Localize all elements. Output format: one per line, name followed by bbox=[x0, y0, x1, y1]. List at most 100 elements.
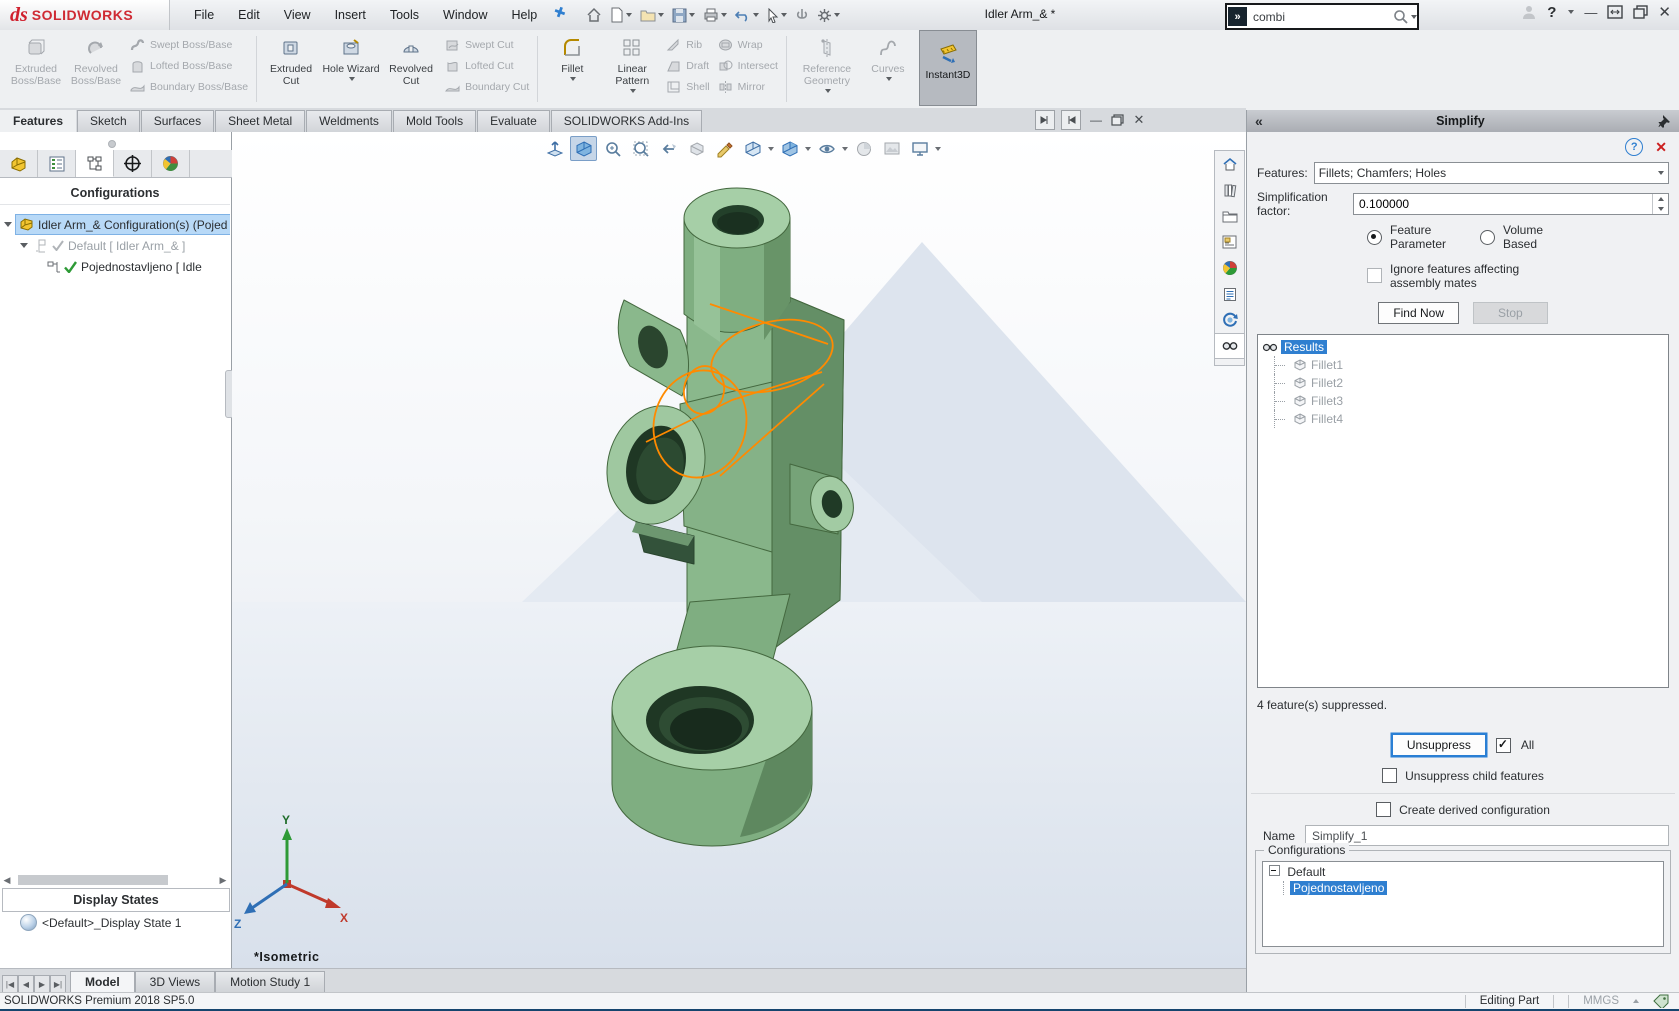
close-pane-icon[interactable]: ✕ bbox=[1655, 139, 1667, 156]
feature-parameter-radio[interactable] bbox=[1367, 230, 1382, 245]
results-root-row[interactable]: Results bbox=[1258, 338, 1668, 356]
user-icon[interactable] bbox=[1521, 4, 1537, 20]
left-panel-scrollbar[interactable]: ◀ ▶ bbox=[0, 873, 230, 887]
menu-insert[interactable]: Insert bbox=[325, 4, 376, 26]
view-orientation-button[interactable] bbox=[740, 137, 765, 160]
collapse-node-icon[interactable] bbox=[1269, 865, 1280, 876]
undo-button[interactable] bbox=[732, 6, 762, 24]
tab-features[interactable]: Features bbox=[0, 110, 76, 132]
solidworks-resources-tab[interactable] bbox=[1215, 151, 1244, 177]
results-list[interactable]: Results Fillet1 Fillet2 Fillet3 Fillet4 bbox=[1257, 334, 1669, 688]
menu-pin-icon[interactable]: ✚ bbox=[550, 3, 569, 28]
view-settings-button[interactable] bbox=[907, 137, 932, 160]
spinner-up-icon[interactable] bbox=[1653, 194, 1668, 204]
view-cube-button[interactable] bbox=[570, 136, 597, 161]
appearances-scenes-tab[interactable] bbox=[1215, 255, 1244, 281]
dock-button[interactable] bbox=[1607, 5, 1623, 19]
rebuild-button[interactable] bbox=[792, 6, 812, 25]
create-derived-checkbox[interactable] bbox=[1376, 802, 1391, 817]
simplification-factor-field[interactable] bbox=[1353, 193, 1669, 215]
stop-button[interactable]: Stop bbox=[1473, 302, 1548, 324]
save-button[interactable] bbox=[669, 6, 698, 25]
tab-sheet-metal[interactable]: Sheet Metal bbox=[215, 110, 305, 132]
result-fillet4-row[interactable]: Fillet4 bbox=[1258, 410, 1668, 428]
help-icon[interactable]: ? bbox=[1625, 138, 1643, 156]
result-fillet2-row[interactable]: Fillet2 bbox=[1258, 374, 1668, 392]
extruded-cut-button[interactable]: Extruded Cut bbox=[261, 30, 321, 108]
display-state-item[interactable]: <Default>_Display State 1 bbox=[20, 914, 181, 931]
draft-button[interactable]: Draft bbox=[666, 59, 709, 73]
menu-view[interactable]: View bbox=[274, 4, 321, 26]
mirror-button[interactable]: Mirror bbox=[718, 80, 778, 94]
zoom-to-area-button[interactable] bbox=[600, 137, 625, 160]
units-selector[interactable]: MMGS bbox=[1583, 995, 1619, 1007]
menu-window[interactable]: Window bbox=[433, 4, 497, 26]
swept-cut-button[interactable]: Swept Cut bbox=[445, 38, 529, 52]
tab-weldments[interactable]: Weldments bbox=[306, 110, 392, 132]
tab-motion-study-1[interactable]: Motion Study 1 bbox=[215, 971, 325, 993]
prev-tab-button[interactable]: ◀ bbox=[18, 975, 34, 993]
select-button[interactable] bbox=[764, 6, 790, 25]
view-settings-caret-icon[interactable] bbox=[935, 147, 941, 151]
units-caret-icon[interactable] bbox=[1633, 999, 1639, 1003]
graphics-viewport[interactable]: Y X Z *Isometric bbox=[232, 132, 1246, 968]
last-tab-button[interactable]: ▶| bbox=[50, 975, 66, 993]
tab-surfaces[interactable]: Surfaces bbox=[141, 110, 214, 132]
config-pojednostavljeno-node[interactable]: Pojednostavljeno bbox=[1269, 881, 1657, 895]
extruded-boss-button[interactable]: Extruded Boss/Base bbox=[6, 30, 66, 108]
hide-show-items-button[interactable] bbox=[814, 137, 839, 160]
doc-close-button[interactable]: ✕ bbox=[1130, 111, 1148, 129]
unsuppress-button[interactable]: Unsuppress bbox=[1392, 734, 1486, 756]
rib-button[interactable]: Rib bbox=[666, 38, 709, 52]
ignore-features-checkbox[interactable] bbox=[1367, 268, 1382, 283]
dimxpertmanager-tab[interactable] bbox=[114, 150, 152, 177]
restore-button[interactable] bbox=[1633, 5, 1648, 19]
find-now-button[interactable]: Find Now bbox=[1378, 302, 1459, 324]
displaymanager-tab[interactable] bbox=[152, 150, 190, 177]
config-default-node[interactable]: Default bbox=[1269, 865, 1657, 879]
first-tab-button[interactable]: |◀ bbox=[2, 975, 18, 993]
fillet-caret-icon[interactable] bbox=[570, 77, 576, 81]
lofted-cut-button[interactable]: Lofted Cut bbox=[445, 59, 529, 73]
hide-show-caret-icon[interactable] bbox=[842, 147, 848, 151]
result-fillet1-row[interactable]: Fillet1 bbox=[1258, 356, 1668, 374]
pane-flyout-left-button[interactable] bbox=[1035, 110, 1055, 130]
expander-icon[interactable] bbox=[3, 220, 13, 230]
apply-scene-button[interactable] bbox=[879, 137, 904, 160]
pane-flyout-right-button[interactable] bbox=[1061, 110, 1081, 130]
search-icon[interactable] bbox=[1393, 9, 1409, 25]
search-input[interactable] bbox=[1251, 9, 1393, 25]
simplification-factor-input[interactable] bbox=[1354, 194, 1652, 214]
tab-sketch[interactable]: Sketch bbox=[77, 110, 140, 132]
help-caret-icon[interactable] bbox=[1568, 10, 1574, 14]
tab-evaluate[interactable]: Evaluate bbox=[477, 110, 550, 132]
shell-button[interactable]: Shell bbox=[666, 80, 709, 94]
config-tree-default-row[interactable]: Default [ Idler Arm_& ] bbox=[0, 235, 230, 256]
tag-icon[interactable] bbox=[1653, 994, 1669, 1008]
factor-spinner[interactable] bbox=[1652, 194, 1668, 214]
config-tree-root-row[interactable]: Idler Arm_& Configuration(s) (Pojed bbox=[0, 214, 230, 235]
swept-boss-button[interactable]: Swept Boss/Base bbox=[130, 38, 248, 52]
print-button[interactable] bbox=[700, 6, 730, 24]
linear-pattern-caret-icon[interactable] bbox=[630, 89, 636, 93]
tab-mold-tools[interactable]: Mold Tools bbox=[393, 110, 476, 132]
lofted-boss-button[interactable]: Lofted Boss/Base bbox=[130, 59, 248, 73]
display-style-caret-icon[interactable] bbox=[805, 147, 811, 151]
pin-pane-icon[interactable] bbox=[1658, 114, 1671, 128]
menu-help[interactable]: Help bbox=[502, 4, 548, 26]
curves-caret-icon[interactable] bbox=[886, 77, 892, 81]
hole-wizard-button[interactable]: Hole Wizard bbox=[321, 30, 381, 108]
features-dropdown[interactable]: Fillets; Chamfers; Holes bbox=[1314, 162, 1669, 184]
intersect-button[interactable]: Intersect bbox=[718, 59, 778, 73]
doc-minimize-button[interactable]: — bbox=[1087, 111, 1105, 129]
menu-file[interactable]: File bbox=[184, 4, 224, 26]
search-scope-caret-icon[interactable] bbox=[1411, 15, 1417, 19]
derived-name-field[interactable] bbox=[1305, 825, 1669, 846]
minimize-button[interactable]: — bbox=[1584, 5, 1597, 20]
wrap-button[interactable]: Wrap bbox=[718, 38, 778, 52]
custom-properties-tab[interactable] bbox=[1215, 281, 1244, 307]
revolved-cut-button[interactable]: Revolved Cut bbox=[381, 30, 441, 108]
doc-restore-button[interactable] bbox=[1111, 114, 1124, 126]
propertymanager-tab[interactable] bbox=[38, 150, 76, 177]
scrollbar-thumb[interactable] bbox=[18, 875, 168, 885]
